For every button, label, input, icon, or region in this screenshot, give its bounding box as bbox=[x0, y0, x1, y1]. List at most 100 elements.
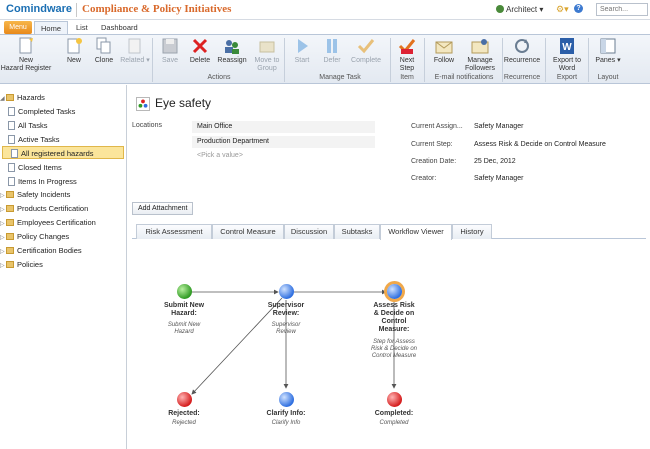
comindware-logo[interactable]: Comindware bbox=[6, 3, 72, 15]
group-label-item: Item bbox=[400, 74, 414, 81]
group-label-recurrence: Recurrence bbox=[503, 74, 541, 81]
sidebar-item-employees-certification[interactable]: ▷ Employees Certification bbox=[0, 216, 127, 229]
app-title[interactable]: Compliance & Policy Initiatives bbox=[82, 3, 231, 15]
tab-risk-assessment[interactable]: Risk Assessment bbox=[136, 224, 212, 239]
sidebar-item-items-in-progress[interactable]: Items In Progress bbox=[0, 175, 127, 188]
record-title: Eye safety bbox=[155, 96, 212, 110]
ribbon-toolbar: New Hazard Register New Clone Related ▾ … bbox=[0, 34, 650, 84]
workflow-node-subtitle: Clarify Info bbox=[271, 420, 301, 426]
sidebar-item-safety-incidents[interactable]: ▷ Safety Incidents bbox=[0, 188, 127, 201]
group-label-manage-task: Manage Task bbox=[319, 74, 361, 81]
user-menu[interactable]: Architect ▾ bbox=[496, 5, 543, 14]
field-label: Creation Date: bbox=[411, 158, 457, 165]
panes-icon bbox=[600, 38, 616, 54]
list-icon bbox=[8, 163, 15, 172]
workflow-node-assess-risk-current[interactable] bbox=[387, 284, 402, 299]
tab-history[interactable]: History bbox=[452, 224, 492, 239]
settings-gear-icon[interactable]: ⚙▾ bbox=[556, 4, 569, 15]
workflow-node-submit-new-hazard[interactable] bbox=[177, 284, 192, 299]
folder-icon bbox=[6, 219, 14, 226]
folder-icon bbox=[6, 261, 14, 268]
tab-dashboard[interactable]: Dashboard bbox=[95, 21, 144, 35]
new-document-icon bbox=[19, 37, 33, 54]
workflow-node-title: Completed: bbox=[374, 410, 414, 417]
tab-list[interactable]: List bbox=[70, 21, 94, 35]
workflow-node-subtitle: Step for Assess Risk & Decide on Control… bbox=[370, 339, 418, 359]
menu-button[interactable]: Menu bbox=[4, 21, 32, 34]
workflow-node-subtitle: Supervisor Review bbox=[271, 322, 301, 335]
move-folder-icon bbox=[259, 41, 275, 53]
user-name: Architect bbox=[506, 5, 538, 14]
complete-button[interactable]: Complete bbox=[344, 37, 388, 65]
tab-discussion[interactable]: Discussion bbox=[284, 224, 334, 239]
sidebar-item-closed-items[interactable]: Closed Items bbox=[0, 161, 127, 174]
sidebar-item-completed-tasks[interactable]: Completed Tasks bbox=[0, 105, 127, 118]
group-label-export: Export bbox=[556, 74, 578, 81]
workflow-node-title: Submit New Hazard: bbox=[163, 302, 205, 317]
ribbon-tab-row: Menu Home List Dashboard bbox=[0, 20, 650, 35]
list-icon bbox=[11, 149, 18, 158]
list-icon bbox=[8, 121, 15, 130]
sidebar-item-products-certification[interactable]: ▷ Products Certification bbox=[0, 202, 127, 215]
record-panel: Eye safety Locations Main Office Product… bbox=[128, 85, 650, 449]
workflow-node-clarify-info[interactable] bbox=[279, 392, 294, 407]
workflow-node-title: Clarify Info: bbox=[266, 410, 306, 417]
header-divider bbox=[76, 3, 77, 17]
new-hazard-register-button[interactable]: New Hazard Register bbox=[0, 37, 52, 73]
help-icon[interactable]: ? bbox=[574, 4, 583, 13]
pick-value-link[interactable]: <Pick a value> bbox=[197, 152, 243, 159]
play-icon bbox=[298, 39, 308, 53]
tab-subtasks[interactable]: Subtasks bbox=[334, 224, 380, 239]
delete-x-icon bbox=[192, 38, 208, 54]
manage-followers-button[interactable]: Manage Followers bbox=[458, 37, 502, 73]
new-item-icon bbox=[67, 38, 82, 54]
workflow-node-subtitle: Submit New Hazard bbox=[167, 322, 201, 335]
sidebar-item-policy-changes[interactable]: ▷ Policy Changes bbox=[0, 230, 127, 243]
creator-value: Safety Manager bbox=[474, 175, 524, 182]
export-to-word-button[interactable]: W Export to Word bbox=[544, 37, 590, 73]
field-label: Creator: bbox=[411, 175, 437, 182]
folder-icon bbox=[6, 247, 14, 254]
list-icon bbox=[8, 135, 15, 144]
list-icon bbox=[8, 177, 15, 186]
sidebar-item-active-tasks[interactable]: Active Tasks bbox=[0, 133, 127, 146]
add-attachment-button[interactable]: Add Attachment bbox=[132, 202, 194, 215]
tab-control-measure[interactable]: Control Measure bbox=[212, 224, 284, 239]
sidebar-item-hazards[interactable]: ◢ Hazards bbox=[0, 91, 127, 104]
creation-date-value: 25 Dec, 2012 bbox=[474, 158, 516, 165]
location-value: Main Office bbox=[197, 123, 233, 130]
tab-workflow-viewer[interactable]: Workflow Viewer bbox=[380, 224, 452, 240]
search-input[interactable] bbox=[596, 3, 648, 16]
save-icon bbox=[162, 38, 178, 54]
group-label-actions: Actions bbox=[207, 74, 231, 81]
tab-home[interactable]: Home bbox=[34, 21, 69, 35]
reassign-users-icon bbox=[225, 40, 239, 54]
workflow-node-rejected[interactable] bbox=[177, 392, 192, 407]
folder-icon bbox=[6, 191, 14, 198]
word-icon: W bbox=[560, 38, 574, 54]
group-label-email-notifications: E-mail notifications bbox=[434, 74, 494, 81]
sidebar-item-certification-bodies[interactable]: ▷ Certification Bodies bbox=[0, 244, 127, 257]
pause-icon bbox=[327, 39, 337, 53]
field-label: Current Assign... bbox=[411, 123, 463, 130]
envelope-users-icon bbox=[471, 39, 489, 54]
workflow-node-completed[interactable] bbox=[387, 392, 402, 407]
workflow-diagram: Submit New Hazard: Submit New Hazard Sup… bbox=[132, 240, 646, 449]
navigation-sidebar: ◢ Hazards Completed Tasks All Tasks Activ… bbox=[0, 85, 127, 449]
panes-button[interactable]: Panes ▾ bbox=[588, 37, 628, 65]
checkmark-icon bbox=[357, 39, 375, 54]
workflow-node-supervisor-review[interactable] bbox=[279, 284, 294, 299]
record-type-icon bbox=[136, 97, 150, 111]
svg-text:W: W bbox=[562, 42, 572, 53]
group-label-layout: Layout bbox=[597, 74, 619, 81]
sidebar-item-all-tasks[interactable]: All Tasks bbox=[0, 119, 127, 132]
current-step-value: Assess Risk & Decide on Control Measure bbox=[474, 141, 606, 148]
recurrence-button[interactable]: Recurrence bbox=[500, 37, 544, 65]
workflow-node-title: Rejected: bbox=[168, 410, 200, 417]
folder-icon bbox=[6, 94, 14, 101]
related-icon bbox=[128, 38, 141, 54]
next-step-button[interactable]: Next Step bbox=[386, 37, 428, 73]
location-value: Production Department bbox=[197, 138, 269, 145]
sidebar-item-policies[interactable]: ▷ Policies bbox=[0, 258, 127, 271]
sidebar-item-all-registered-hazards[interactable]: All registered hazards bbox=[2, 146, 124, 159]
